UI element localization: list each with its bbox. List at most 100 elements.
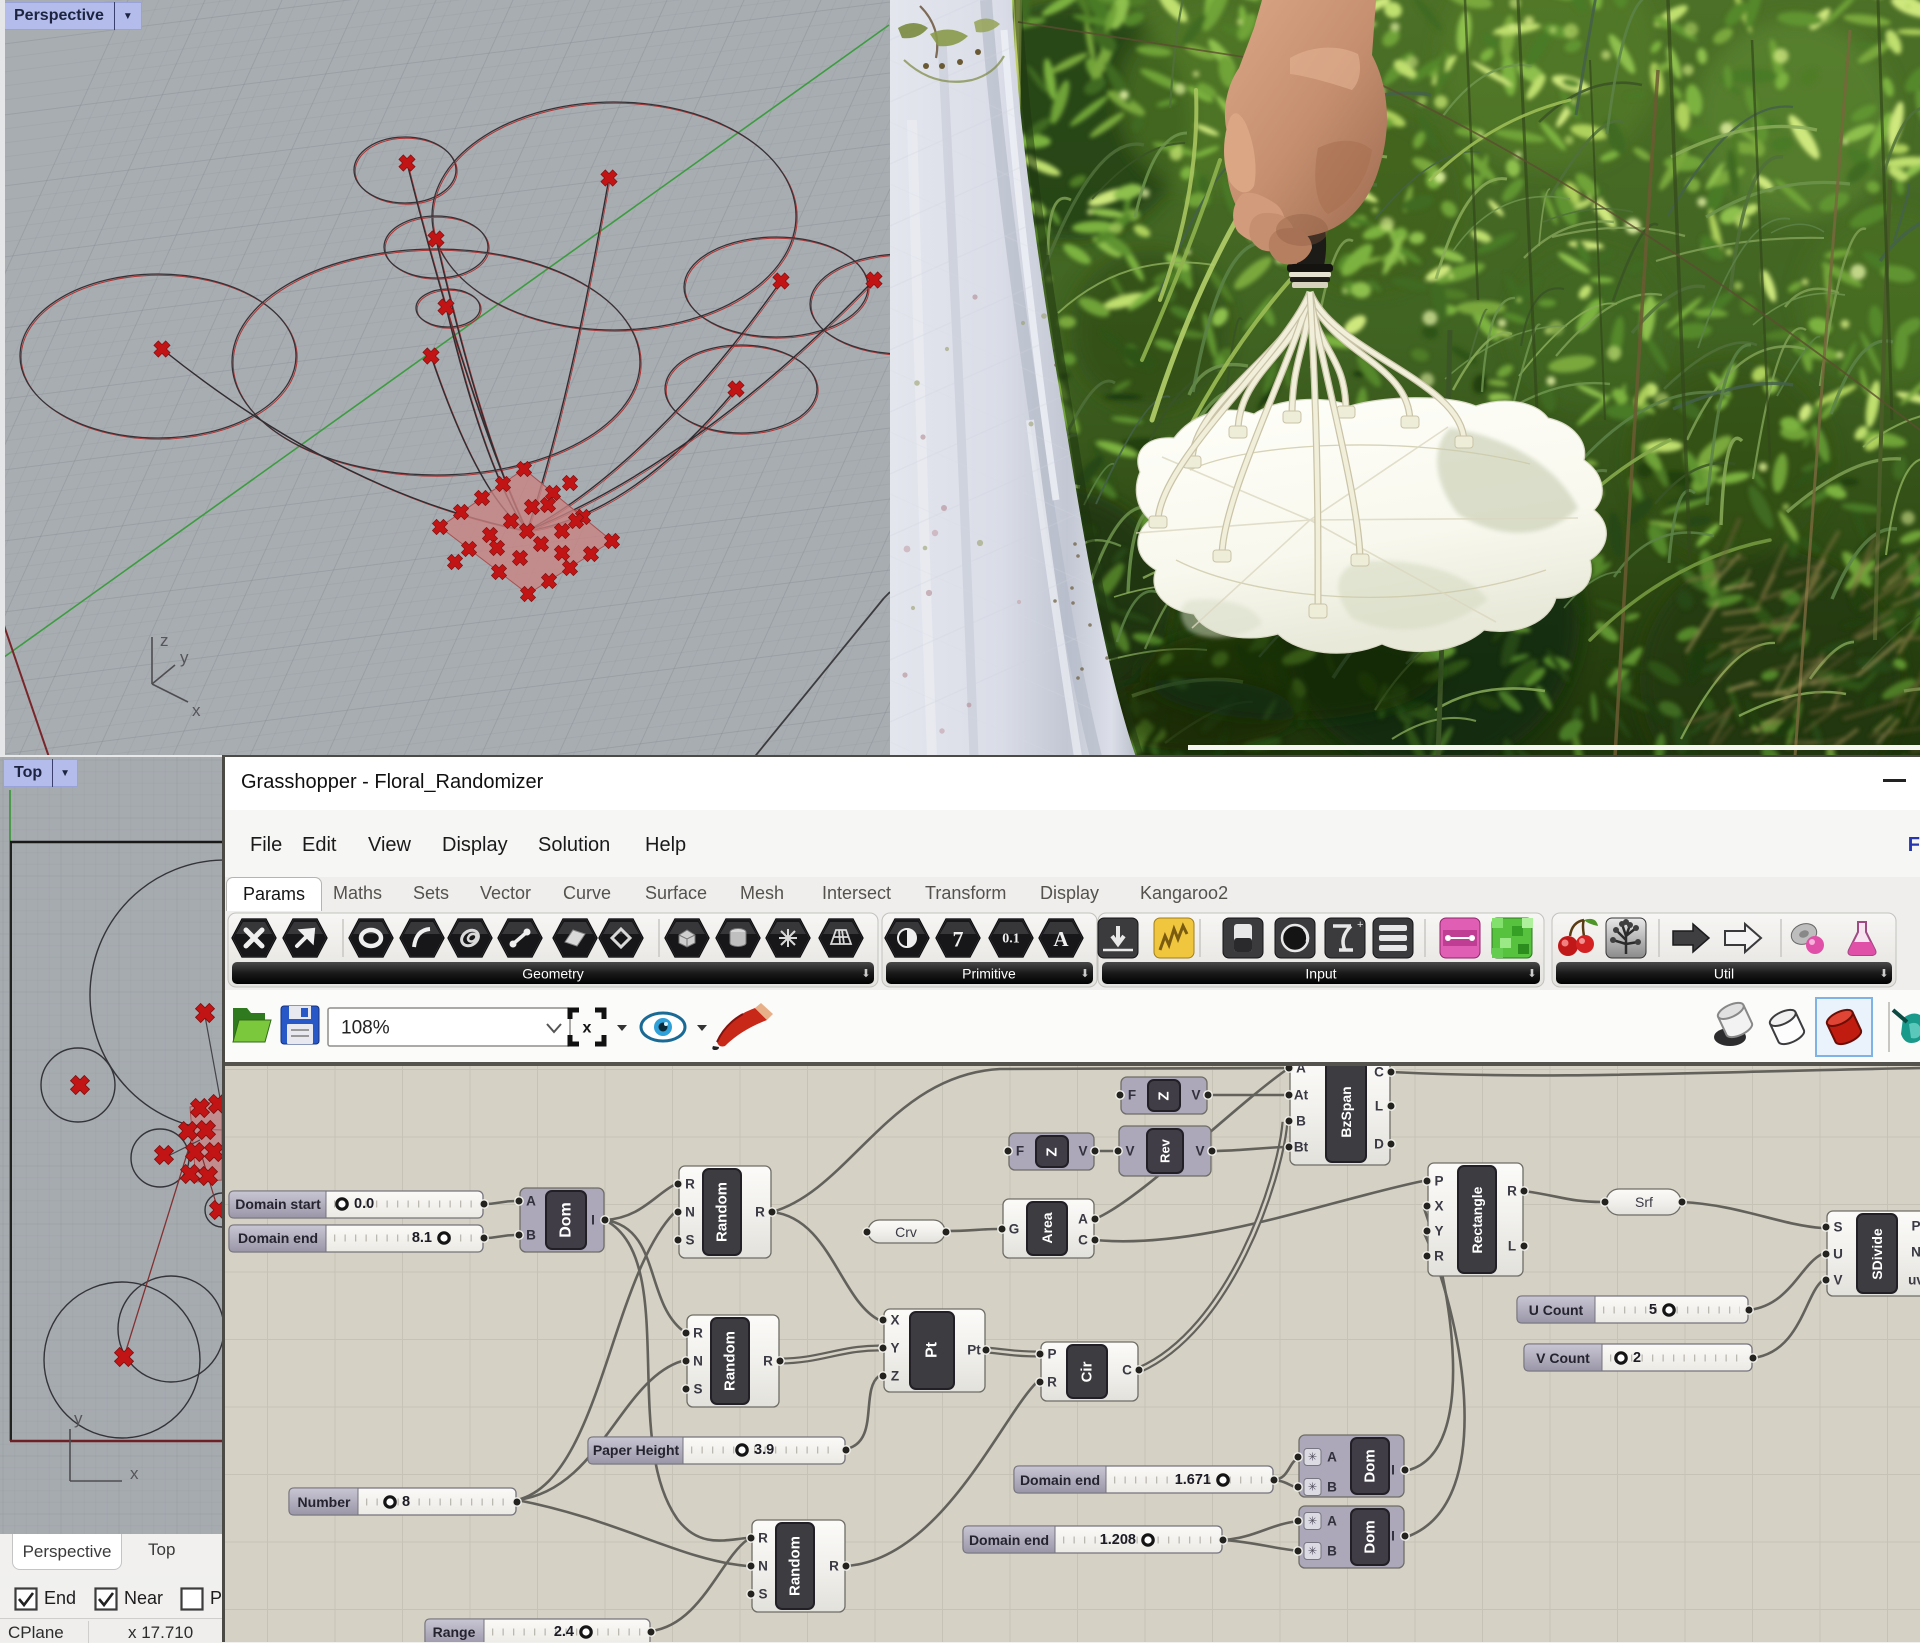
svg-text:✳: ✳ <box>1308 1516 1317 1528</box>
svg-text:0.0: 0.0 <box>354 1196 374 1212</box>
svg-text:V: V <box>1125 1144 1134 1159</box>
svg-text:Cir: Cir <box>1079 1361 1096 1382</box>
svg-text:L: L <box>1508 1239 1516 1254</box>
svg-text:B: B <box>1296 1114 1306 1129</box>
svg-text:B: B <box>526 1228 536 1243</box>
svg-text:Domain start: Domain start <box>235 1196 321 1212</box>
svg-text:5: 5 <box>1649 1302 1657 1318</box>
svg-text:Y: Y <box>890 1341 899 1356</box>
svg-text:A: A <box>1296 1066 1306 1076</box>
svg-text:V: V <box>1191 1088 1200 1103</box>
svg-text:B: B <box>1327 1480 1337 1495</box>
svg-text:Dom: Dom <box>1362 1520 1379 1553</box>
svg-text:V Count: V Count <box>1536 1350 1590 1366</box>
svg-text:2.4: 2.4 <box>554 1624 574 1640</box>
svg-text:R: R <box>758 1531 768 1546</box>
svg-text:✳: ✳ <box>1308 1452 1317 1464</box>
svg-text:R: R <box>1434 1249 1444 1264</box>
svg-text:C: C <box>1122 1363 1132 1378</box>
svg-text:D: D <box>1374 1137 1384 1152</box>
svg-text:I: I <box>1391 1529 1395 1544</box>
svg-text:B: B <box>1327 1544 1337 1559</box>
svg-text:x: x <box>583 1020 592 1037</box>
svg-text:⬇: ⬇ <box>1879 968 1888 980</box>
svg-text:P: P <box>1047 1347 1056 1362</box>
svg-text:Pt: Pt <box>967 1343 981 1358</box>
svg-text:Domain end: Domain end <box>1020 1472 1100 1488</box>
svg-text:1.671: 1.671 <box>1175 1472 1211 1488</box>
svg-text:SDivide: SDivide <box>1869 1228 1885 1280</box>
svg-text:N: N <box>758 1559 768 1574</box>
svg-text:Bt: Bt <box>1294 1140 1309 1155</box>
svg-text:Random: Random <box>722 1331 739 1391</box>
svg-text:Random: Random <box>787 1536 804 1596</box>
svg-text:⬇: ⬇ <box>1080 968 1089 980</box>
svg-text:S: S <box>685 1233 694 1248</box>
svg-text:+: + <box>1357 919 1363 931</box>
svg-text:y: y <box>180 648 189 667</box>
svg-text:Dom: Dom <box>558 1202 575 1238</box>
svg-text:2: 2 <box>1633 1350 1641 1366</box>
svg-text:Z: Z <box>1044 1147 1061 1156</box>
svg-text:A: A <box>1053 927 1069 951</box>
svg-text:7: 7 <box>953 927 964 952</box>
svg-text:Paper Height: Paper Height <box>593 1442 680 1458</box>
svg-text:Z: Z <box>891 1369 899 1384</box>
svg-text:8: 8 <box>402 1494 410 1510</box>
svg-text:z: z <box>160 631 169 650</box>
svg-text:Util: Util <box>1714 966 1734 982</box>
svg-text:Geometry: Geometry <box>522 966 583 982</box>
svg-text:Rectangle: Rectangle <box>1469 1186 1485 1253</box>
svg-text:⬇: ⬇ <box>1527 968 1536 980</box>
svg-text:A: A <box>1327 1514 1337 1529</box>
svg-text:I: I <box>1391 1463 1395 1478</box>
svg-text:⬇: ⬇ <box>861 968 870 980</box>
svg-text:3.9: 3.9 <box>754 1442 774 1458</box>
svg-text:Domain end: Domain end <box>969 1532 1049 1548</box>
svg-text:1.208: 1.208 <box>1100 1532 1136 1548</box>
svg-text:R: R <box>1047 1375 1057 1390</box>
svg-text:0.1: 0.1 <box>1002 932 1020 947</box>
svg-text:✳: ✳ <box>1308 1482 1317 1494</box>
svg-text:V: V <box>1078 1144 1087 1159</box>
svg-text:S: S <box>1833 1220 1842 1235</box>
svg-text:Number: Number <box>298 1494 351 1510</box>
svg-text:N: N <box>685 1205 695 1220</box>
svg-text:U Count: U Count <box>1529 1302 1584 1318</box>
svg-text:F: F <box>1128 1088 1136 1103</box>
svg-text:uv: uv <box>1908 1273 1920 1288</box>
svg-text:V: V <box>1833 1273 1842 1288</box>
svg-text:Crv: Crv <box>895 1224 917 1240</box>
svg-text:Rev: Rev <box>1158 1138 1173 1163</box>
svg-text:F: F <box>1016 1144 1024 1159</box>
svg-text:8.1: 8.1 <box>412 1230 432 1246</box>
svg-text:U: U <box>1833 1247 1843 1262</box>
svg-text:Srf: Srf <box>1635 1194 1653 1210</box>
svg-text:R: R <box>1507 1184 1517 1199</box>
svg-text:BzSpan: BzSpan <box>1338 1086 1354 1137</box>
svg-text:Input: Input <box>1305 966 1336 982</box>
svg-text:R: R <box>763 1354 773 1369</box>
svg-text:Area: Area <box>1039 1212 1055 1243</box>
svg-text:I: I <box>591 1213 595 1228</box>
svg-text:A: A <box>1078 1212 1088 1227</box>
svg-text:A: A <box>526 1194 536 1209</box>
svg-text:Pt: Pt <box>924 1341 941 1358</box>
svg-text:Domain end: Domain end <box>238 1230 318 1246</box>
svg-text:Range: Range <box>433 1624 476 1640</box>
svg-text:Y: Y <box>1434 1224 1443 1239</box>
svg-text:V: V <box>1195 1144 1204 1159</box>
svg-text:R: R <box>685 1177 695 1192</box>
svg-text:N: N <box>1911 1245 1920 1260</box>
svg-text:Random: Random <box>714 1182 731 1242</box>
svg-text:P: P <box>1434 1174 1443 1189</box>
svg-text:Dom: Dom <box>1362 1449 1379 1482</box>
svg-text:R: R <box>693 1326 703 1341</box>
svg-text:✳: ✳ <box>1308 1546 1317 1558</box>
svg-text:108%: 108% <box>341 1018 390 1039</box>
svg-text:N: N <box>693 1354 703 1369</box>
svg-text:S: S <box>758 1587 767 1602</box>
svg-text:P: P <box>1911 1219 1920 1234</box>
svg-text:G: G <box>1009 1222 1020 1237</box>
svg-text:Z: Z <box>1156 1091 1173 1100</box>
